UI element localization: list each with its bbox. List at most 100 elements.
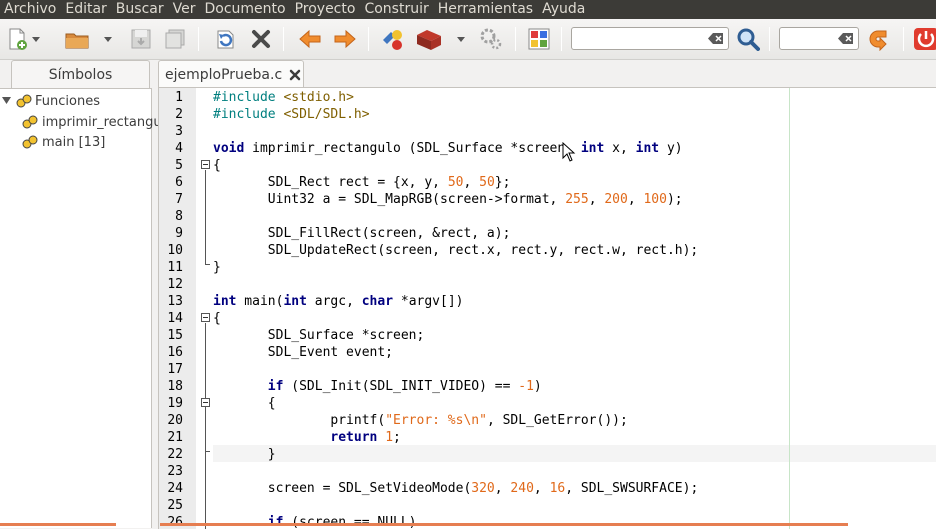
- clear-search-icon[interactable]: [708, 32, 724, 45]
- code-line: }: [213, 260, 221, 275]
- menu-buscar[interactable]: Buscar: [112, 0, 169, 19]
- menu-editar[interactable]: Editar: [61, 0, 111, 19]
- compile-icon[interactable]: [378, 25, 408, 53]
- line-number: 15: [167, 328, 183, 343]
- code-line: #include <SDL/SDL.h>: [213, 107, 370, 122]
- toolbar-separator: [283, 27, 284, 51]
- line-number: 12: [167, 277, 183, 292]
- toolbar-separator: [368, 27, 369, 51]
- code-line: void imprimir_rectangulo (SDL_Surface *s…: [213, 141, 683, 156]
- tab-ejemploprueba[interactable]: ejemploPrueba.c: [158, 60, 304, 88]
- menu-proyecto[interactable]: Proyecto: [291, 0, 361, 19]
- line-number: 18: [167, 379, 183, 394]
- editor-scrollbar[interactable]: [160, 523, 848, 526]
- fold-toggle[interactable]: [201, 313, 210, 322]
- save-all-icon[interactable]: [160, 25, 190, 53]
- line-number: 4: [175, 141, 183, 156]
- code-line: {: [213, 311, 221, 326]
- build-icon[interactable]: [414, 25, 444, 53]
- execute-icon[interactable]: [476, 25, 506, 53]
- sidebar-scrollbar[interactable]: [0, 523, 116, 526]
- search-input[interactable]: [572, 28, 728, 49]
- menu-ayuda[interactable]: Ayuda: [538, 0, 590, 19]
- tree-item-label: imprimir_rectangu: [42, 114, 162, 130]
- toolbar-separator: [198, 27, 199, 51]
- line-number: 17: [167, 362, 183, 377]
- code-line: SDL_Surface *screen;: [213, 328, 425, 343]
- new-file-icon[interactable]: [2, 25, 32, 53]
- menu-bar: Archivo Editar Buscar Ver Documento Proyecto C…: [0, 0, 936, 19]
- line-number: 21: [167, 430, 183, 445]
- forward-arrow-icon[interactable]: [330, 25, 360, 53]
- sidebar: Símbolos Funciones imprimir_rectangu mai…: [0, 60, 162, 529]
- search-icon[interactable]: [733, 25, 763, 53]
- open-file-dropdown-icon[interactable]: [102, 25, 114, 53]
- build-dropdown-icon[interactable]: [455, 25, 467, 53]
- line-number: 26: [167, 515, 183, 529]
- tab-simbolos[interactable]: Símbolos: [11, 60, 150, 88]
- tree-item-funciones[interactable]: Funciones: [0, 91, 100, 111]
- current-line-highlight: [213, 445, 936, 462]
- line-number: 9: [175, 226, 183, 241]
- jump-to-line-icon[interactable]: [863, 25, 893, 53]
- menu-herramientas[interactable]: Herramientas: [434, 0, 538, 19]
- fold-line: [205, 323, 206, 529]
- line-number: 8: [175, 209, 183, 224]
- jump-to-line-field[interactable]: [779, 27, 859, 50]
- fold-end: [205, 451, 210, 452]
- toolbar-separator: [561, 27, 562, 51]
- line-number: 25: [167, 498, 183, 513]
- function-icon: [22, 115, 38, 129]
- menu-archivo[interactable]: Archivo: [0, 0, 61, 19]
- line-number: 13: [167, 294, 183, 309]
- quit-icon[interactable]: [910, 25, 936, 53]
- tree-item-main[interactable]: main [13]: [22, 132, 105, 152]
- code-line: printf("Error: %s\n", SDL_GetError());: [213, 413, 628, 428]
- code-line: {: [213, 158, 221, 173]
- function-icon: [22, 135, 38, 149]
- code-line: {: [213, 396, 276, 411]
- fold-toggle[interactable]: [201, 160, 210, 169]
- menu-ver[interactable]: Ver: [169, 0, 201, 19]
- line-number: 22: [167, 447, 183, 462]
- open-file-icon[interactable]: [62, 25, 92, 53]
- color-chooser-icon[interactable]: [524, 25, 554, 53]
- line-number-gutter: 1 2 3 4 5 6 7 8 9 10 11 12 13 14 15 16 17 18 19 20 21 22 23 24 2…: [159, 88, 196, 529]
- line-number: 23: [167, 464, 183, 479]
- expander-down-icon[interactable]: [2, 96, 12, 106]
- code-line: SDL_Rect rect = {x, y, 50, 50};: [213, 175, 511, 190]
- close-tab-icon[interactable]: [288, 68, 302, 82]
- code-line: SDL_UpdateRect(screen, rect.x, rect.y, r…: [213, 243, 699, 258]
- line-number: 14: [167, 311, 183, 326]
- fold-toggle[interactable]: [201, 398, 210, 407]
- tree-item-label: main [13]: [42, 134, 106, 150]
- line-number: 16: [167, 345, 183, 360]
- function-group-icon: [16, 94, 32, 108]
- tree-item-imprimir-rectangulo[interactable]: imprimir_rectangu: [22, 112, 162, 132]
- revert-icon[interactable]: [210, 25, 240, 53]
- code-line: #include <stdio.h>: [213, 90, 354, 105]
- close-icon[interactable]: [246, 25, 276, 53]
- clear-line-icon[interactable]: [838, 32, 854, 45]
- code-line: Uint32 a = SDL_MapRGB(screen->format, 25…: [213, 192, 683, 207]
- save-icon[interactable]: [126, 25, 156, 53]
- back-arrow-icon[interactable]: [295, 25, 325, 53]
- fold-end: [205, 264, 210, 265]
- new-file-dropdown-icon[interactable]: [30, 25, 42, 53]
- fold-margin: [196, 88, 212, 529]
- search-field[interactable]: [571, 27, 729, 50]
- menu-construir[interactable]: Construir: [360, 0, 433, 19]
- code-line: SDL_Event event;: [213, 345, 394, 360]
- code-line: }: [213, 447, 276, 462]
- line-number: 24: [167, 481, 183, 496]
- toolbar-separator: [515, 27, 516, 51]
- code-line: SDL_FillRect(screen, &rect, a);: [213, 226, 511, 241]
- line-number: 2: [175, 107, 183, 122]
- line-number: 6: [175, 175, 183, 190]
- line-number: 10: [167, 243, 183, 258]
- menu-documento[interactable]: Documento: [200, 0, 290, 19]
- code-line: return 1;: [330, 430, 401, 445]
- code-line: if (SDL_Init(SDL_INIT_VIDEO) == -1): [267, 379, 542, 394]
- code-editor[interactable]: 1 2 3 4 5 6 7 8 9 10 11 12 13 14 15 16 17 18 19 20 21 22 23 24 2…: [158, 87, 936, 529]
- line-number: 1: [175, 90, 183, 105]
